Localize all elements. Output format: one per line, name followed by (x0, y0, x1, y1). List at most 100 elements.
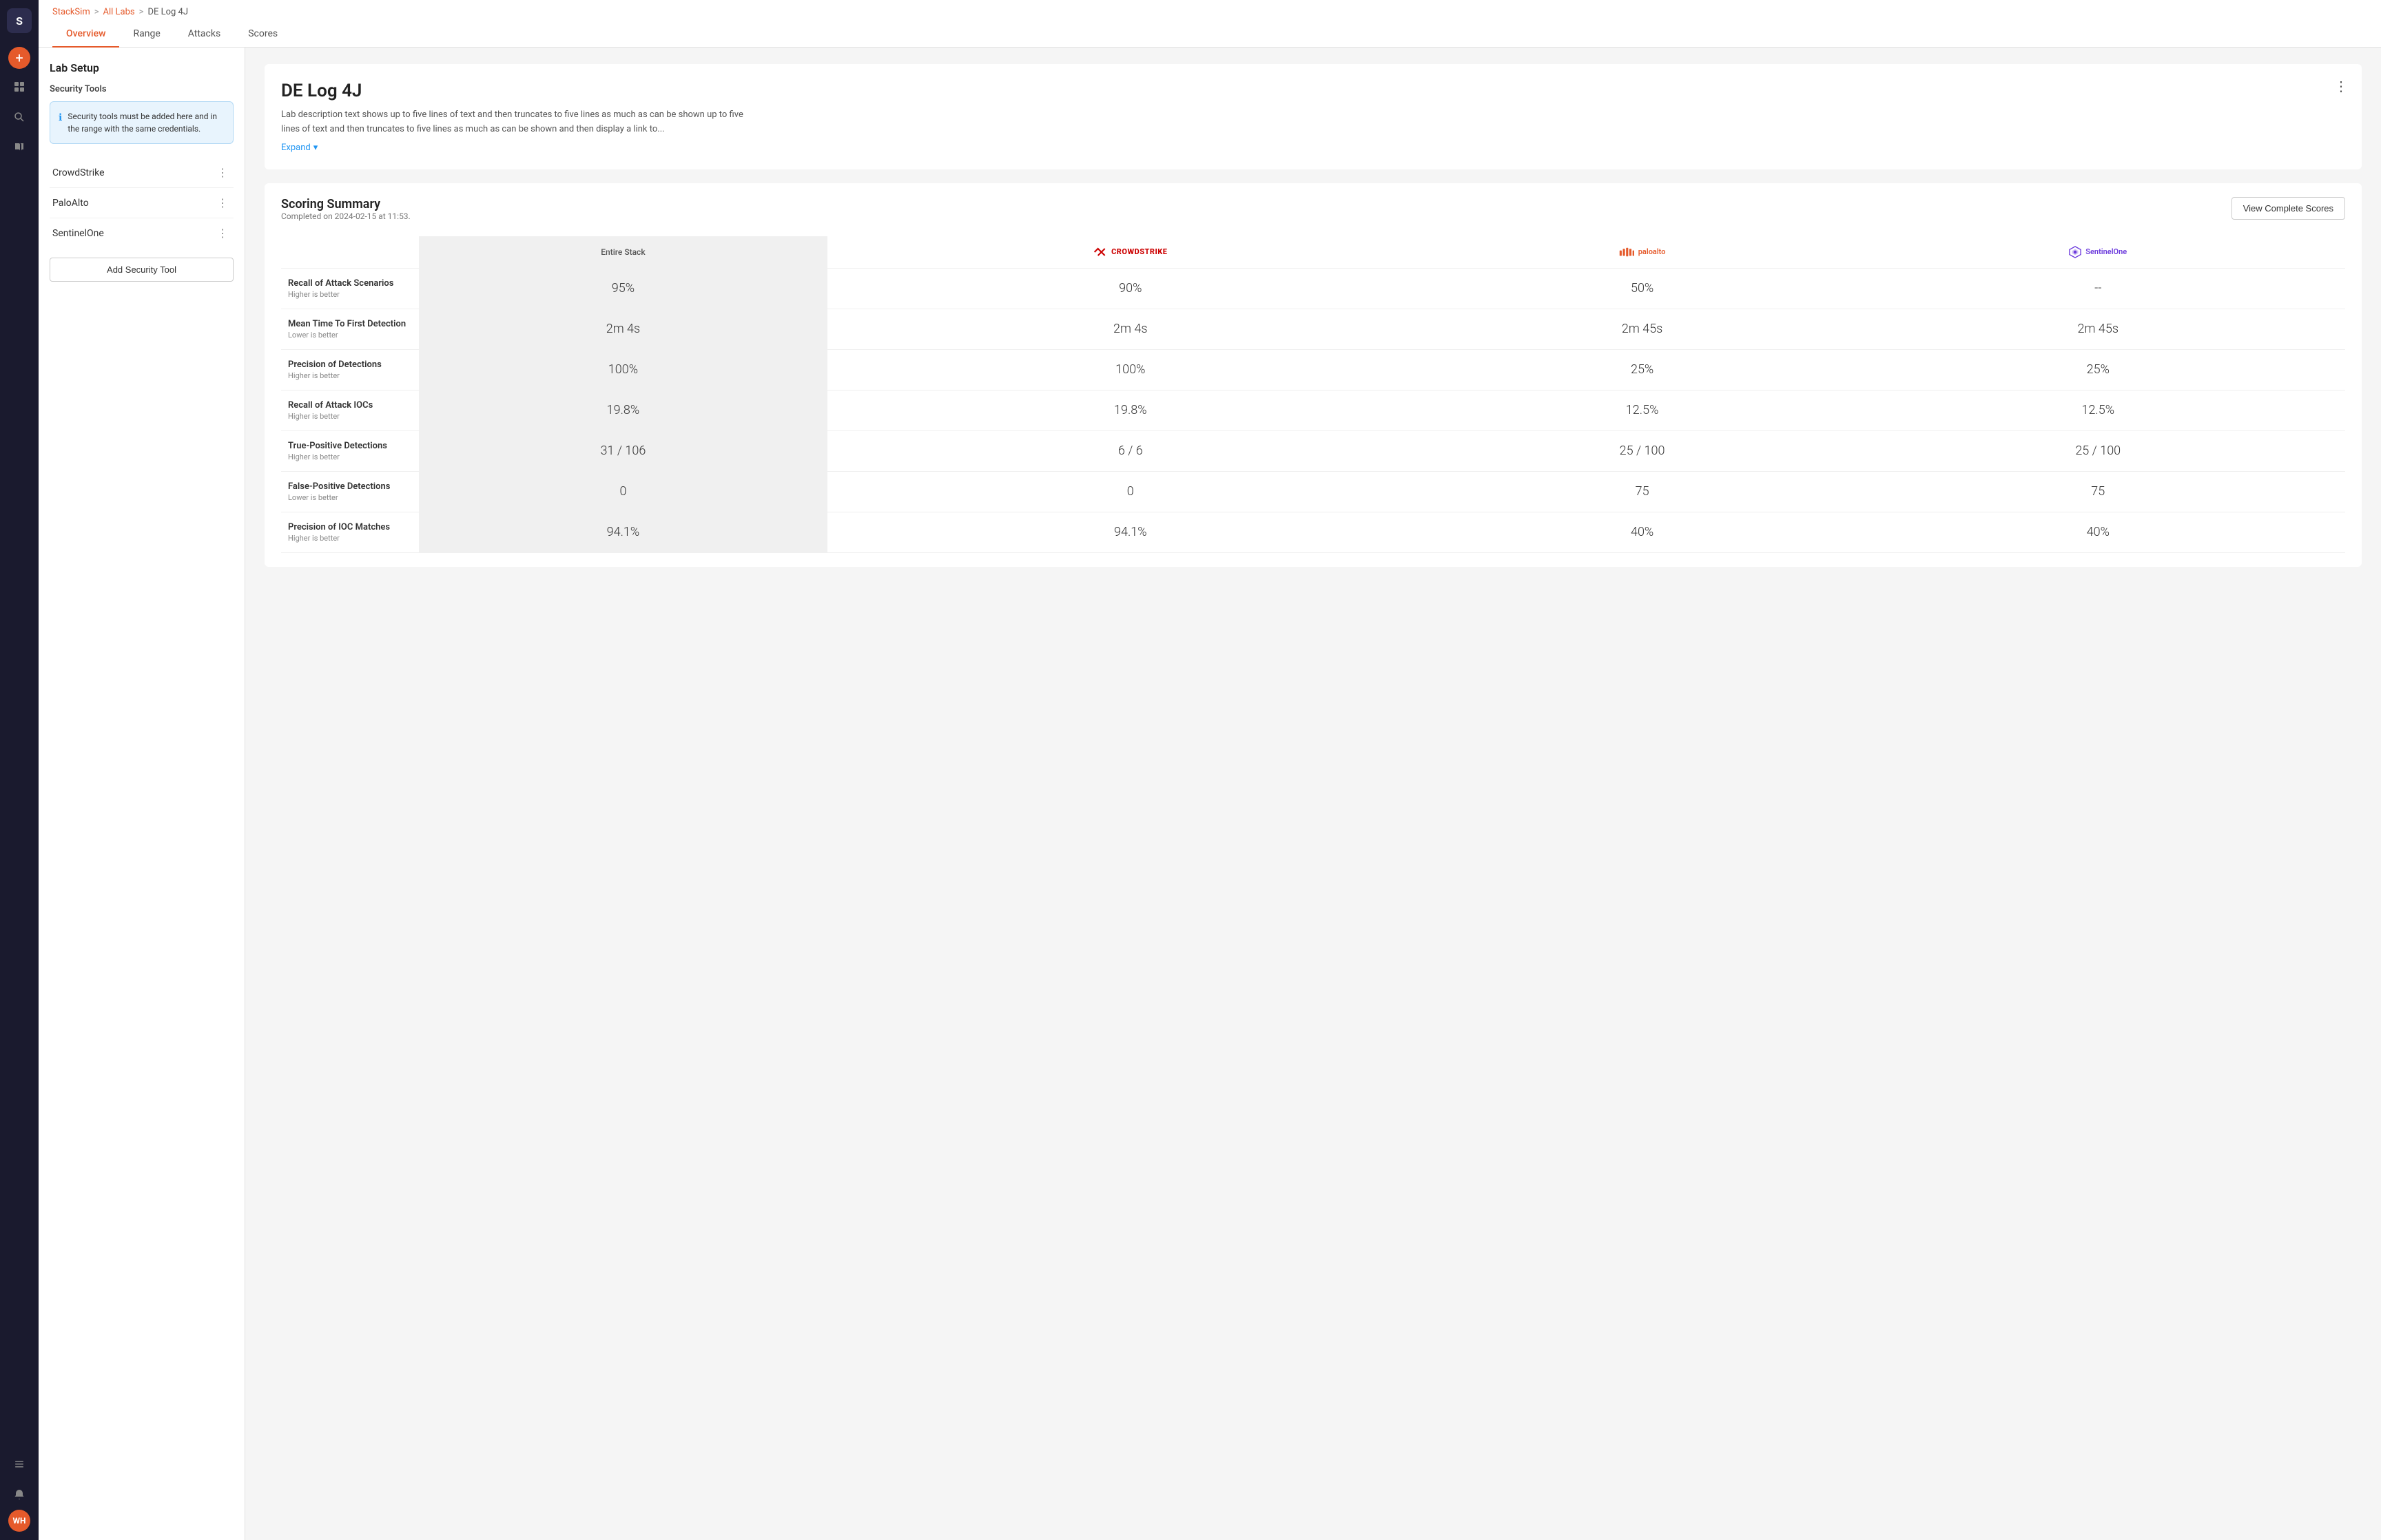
metric-hint: Higher is better (288, 371, 412, 380)
left-panel: Lab Setup Security Tools ℹ Security tool… (39, 48, 245, 1540)
breadcrumb-all-labs[interactable]: All Labs (103, 7, 135, 17)
content-wrapper: Lab Setup Security Tools ℹ Security tool… (39, 48, 2381, 1540)
tool-item-sentinelone: SentinelOne ⋮ (50, 218, 234, 248)
bell-icon[interactable] (7, 1482, 32, 1507)
metric-hint: Higher is better (288, 452, 412, 461)
score-sentinelone: 25 / 100 (2075, 444, 2121, 458)
lab-title: DE Log 4J (281, 81, 2345, 101)
avatar[interactable]: WH (8, 1510, 30, 1532)
table-row: Recall of Attack Scenarios Higher is bet… (281, 268, 2345, 309)
metric-name: False-Positive Detections (288, 481, 412, 492)
score-entire-stack: 95% (612, 281, 635, 295)
metric-name: Precision of IOC Matches (288, 522, 412, 532)
lab-header: DE Log 4J Lab description text shows up … (265, 64, 2362, 169)
scoring-subtitle: Completed on 2024-02-15 at 11:53. (281, 211, 411, 221)
breadcrumb-current: DE Log 4J (147, 7, 188, 17)
tool-name-sentinelone: SentinelOne (52, 228, 104, 239)
metric-hint: Lower is better (288, 493, 412, 502)
col-header-entire-stack: Entire Stack (419, 236, 827, 269)
tool-menu-sentinelone[interactable]: ⋮ (214, 225, 231, 241)
tab-attacks[interactable]: Attacks (174, 21, 234, 48)
security-tools-label: Security Tools (50, 84, 234, 94)
score-crowdstrike: 19.8% (1114, 403, 1147, 417)
breadcrumb-stacksim[interactable]: StackSim (52, 7, 90, 17)
score-entire-stack: 0 (619, 484, 626, 499)
metric-name: Recall of Attack IOCs (288, 400, 412, 410)
score-paloalto: 75 (1636, 484, 1649, 499)
score-sentinelone: 2m 45s (2078, 322, 2119, 336)
tab-range[interactable]: Range (119, 21, 174, 48)
score-sentinelone: -- (2094, 281, 2101, 295)
col-header-paloalto: paloalto (1434, 236, 1851, 269)
info-box: ℹ Security tools must be added here and … (50, 101, 234, 144)
tool-name-crowdstrike: CrowdStrike (52, 167, 105, 178)
score-entire-stack: 2m 4s (606, 322, 640, 336)
metric-hint: Higher is better (288, 290, 412, 299)
list-icon[interactable] (7, 1452, 32, 1477)
add-security-tool-button[interactable]: Add Security Tool (50, 258, 234, 282)
tool-menu-paloalto[interactable]: ⋮ (214, 195, 231, 211)
lab-description: Lab description text shows up to five li… (281, 108, 750, 137)
score-sentinelone: 75 (2091, 484, 2105, 499)
scores-table: Entire Stack CROWDSTRIKE (281, 236, 2345, 553)
score-sentinelone: 25% (2087, 362, 2110, 377)
table-row: Mean Time To First Detection Lower is be… (281, 309, 2345, 349)
sidebar-add-button[interactable]: + (8, 47, 30, 69)
scoring-title: Scoring Summary (281, 197, 411, 211)
score-crowdstrike: 100% (1115, 362, 1145, 377)
tool-item-crowdstrike: CrowdStrike ⋮ (50, 158, 234, 188)
expand-link[interactable]: Expand ▾ (281, 143, 2345, 153)
lab-setup-title: Lab Setup (50, 61, 234, 74)
tabs: Overview Range Attacks Scores (52, 21, 2367, 47)
col-header-sentinelone: SentinelOne (1851, 236, 2346, 269)
right-panel: DE Log 4J Lab description text shows up … (245, 48, 2381, 1540)
view-complete-scores-button[interactable]: View Complete Scores (2231, 197, 2345, 220)
score-paloalto: 25 / 100 (1620, 444, 1665, 458)
tool-item-paloalto: PaloAlto ⋮ (50, 188, 234, 218)
score-entire-stack: 31 / 106 (601, 444, 646, 458)
info-icon: ℹ (59, 111, 62, 135)
info-message: Security tools must be added here and in… (68, 110, 225, 135)
scoring-header: Scoring Summary Completed on 2024-02-15 … (281, 197, 2345, 232)
score-crowdstrike: 6 / 6 (1118, 444, 1143, 458)
sidebar: S + WH (0, 0, 39, 1540)
score-paloalto: 40% (1631, 525, 1653, 539)
lab-menu-button[interactable]: ⋮ (2334, 78, 2348, 94)
score-sentinelone: 12.5% (2081, 403, 2114, 417)
metric-name: Precision of Detections (288, 360, 412, 370)
col-header-metric (281, 236, 419, 269)
grid-icon[interactable] (7, 74, 32, 99)
table-row: Precision of IOC Matches Higher is bette… (281, 512, 2345, 552)
table-row: True-Positive Detections Higher is bette… (281, 430, 2345, 471)
score-crowdstrike: 90% (1119, 281, 1142, 295)
metric-hint: Higher is better (288, 412, 412, 421)
score-crowdstrike: 0 (1127, 484, 1134, 499)
tab-scores[interactable]: Scores (234, 21, 291, 48)
score-paloalto: 25% (1631, 362, 1653, 377)
main-wrapper: StackSim > All Labs > DE Log 4J Overview… (39, 0, 2381, 1540)
table-row: Precision of Detections Higher is better… (281, 349, 2345, 390)
metric-name: True-Positive Detections (288, 441, 412, 451)
col-header-crowdstrike: CROWDSTRIKE (827, 236, 1434, 269)
breadcrumb-sep1: > (94, 7, 99, 17)
score-paloalto: 2m 45s (1622, 322, 1662, 336)
tool-name-paloalto: PaloAlto (52, 198, 89, 209)
metric-hint: Higher is better (288, 534, 412, 543)
scoring-section: Scoring Summary Completed on 2024-02-15 … (265, 183, 2362, 567)
search-icon[interactable] (7, 105, 32, 129)
book-icon[interactable] (7, 135, 32, 160)
tab-overview[interactable]: Overview (52, 21, 119, 48)
metric-hint: Lower is better (288, 331, 412, 340)
chevron-down-icon: ▾ (313, 143, 318, 153)
score-sentinelone: 40% (2087, 525, 2110, 539)
metric-name: Mean Time To First Detection (288, 319, 412, 329)
score-paloalto: 12.5% (1626, 403, 1659, 417)
breadcrumb: StackSim > All Labs > DE Log 4J (52, 0, 2367, 21)
top-nav: StackSim > All Labs > DE Log 4J Overview… (39, 0, 2381, 48)
metric-name: Recall of Attack Scenarios (288, 278, 412, 289)
score-paloalto: 50% (1631, 281, 1653, 295)
score-entire-stack: 100% (608, 362, 638, 377)
tool-menu-crowdstrike[interactable]: ⋮ (214, 165, 231, 180)
score-crowdstrike: 2m 4s (1113, 322, 1147, 336)
app-logo[interactable]: S (7, 8, 32, 33)
